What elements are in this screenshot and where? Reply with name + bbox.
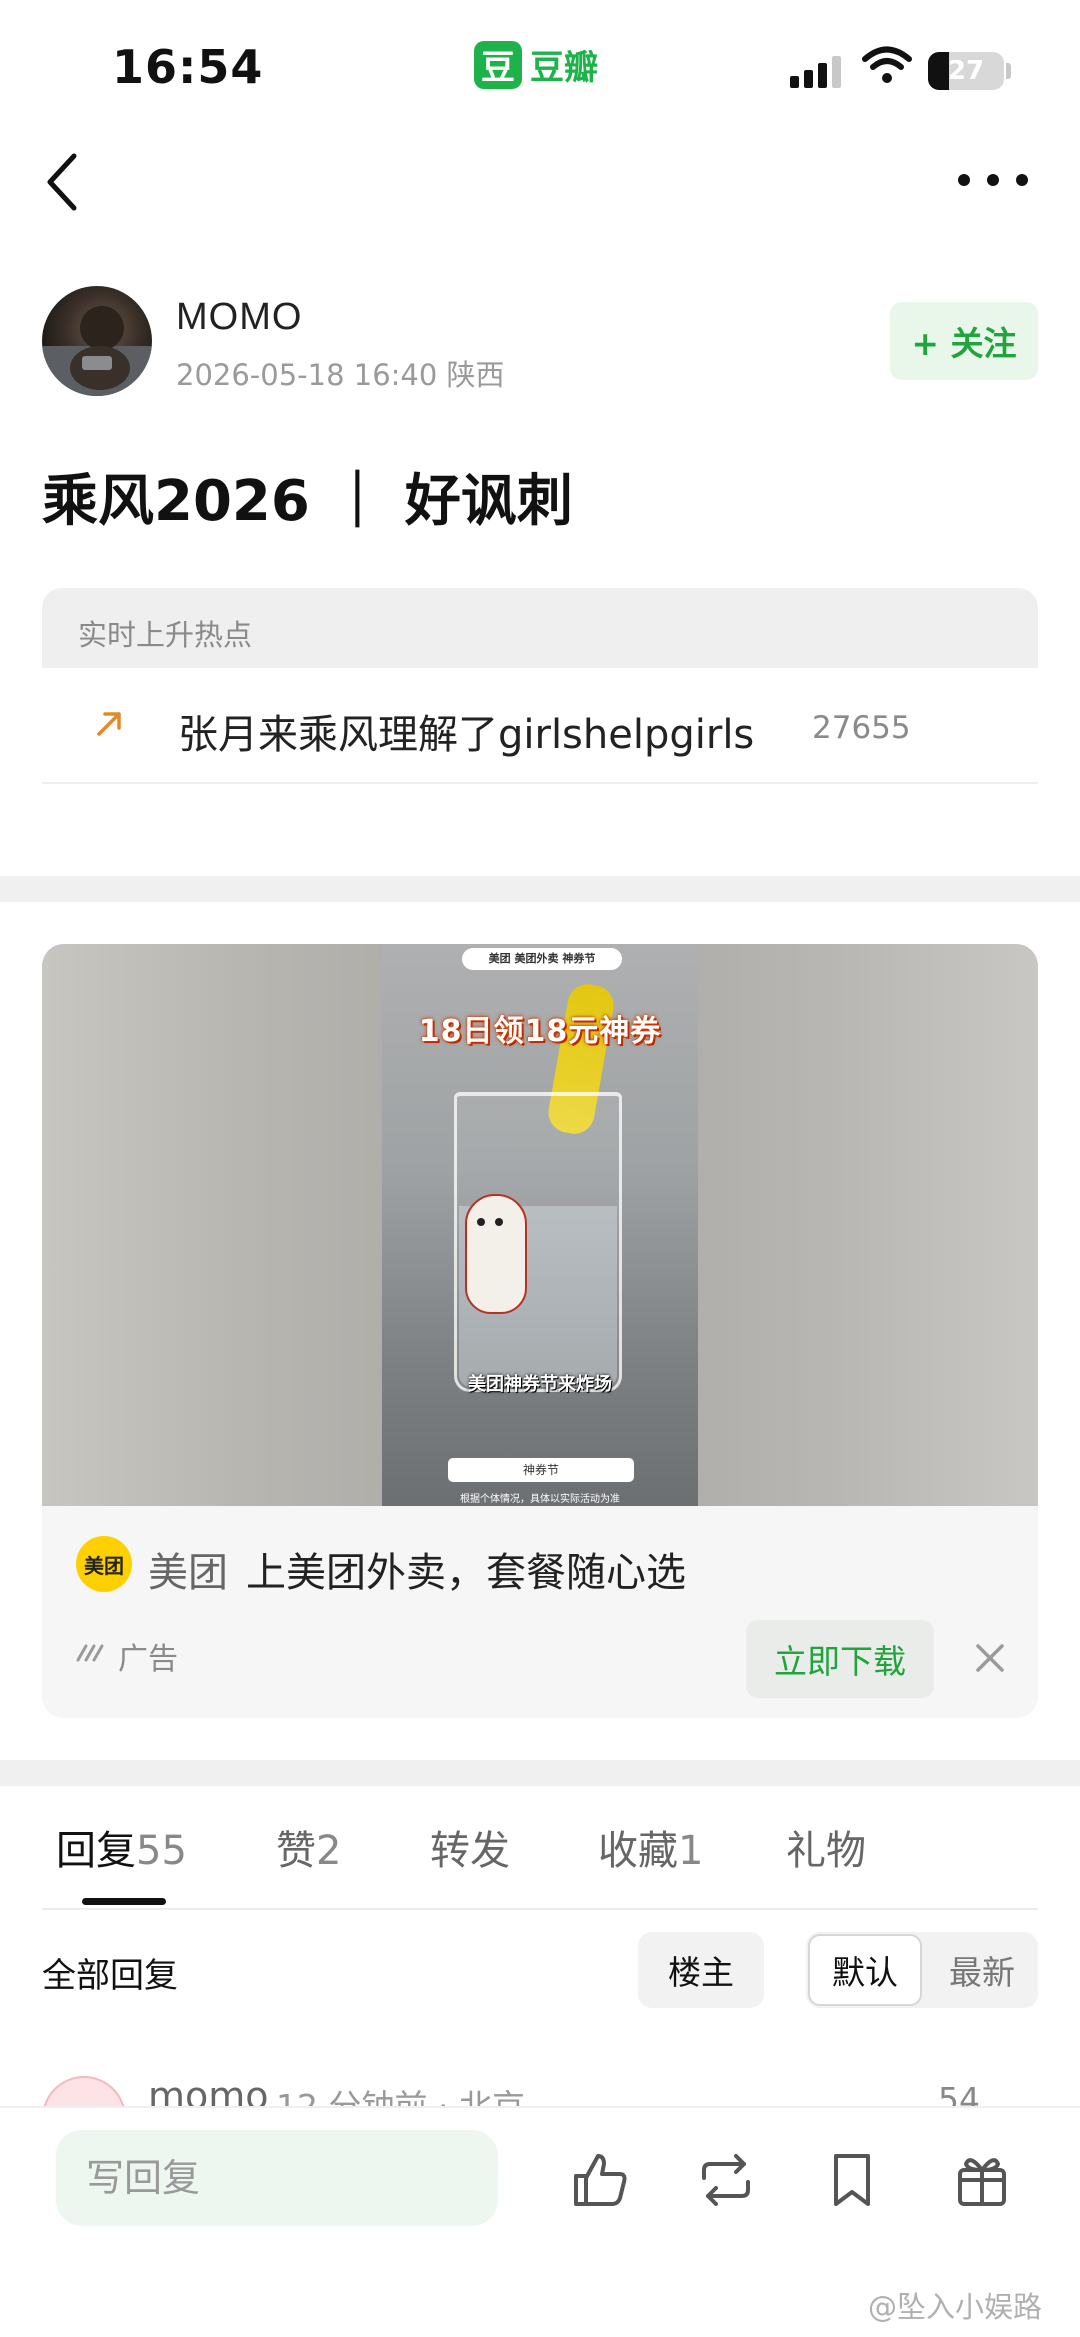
section-divider [0,876,1080,902]
ad-disclaimer: 根据个体情况，具体以实际活动为准 [460,1494,620,1505]
watermark: @坠入小娱路 [868,2290,1043,2324]
commenter-name[interactable]: momo [148,2074,269,2106]
author-avatar[interactable] [42,286,152,396]
hotspot-header: 实时上升热点 [42,588,1038,668]
hotspot-item[interactable]: 张月来乘风理解了girlshelpgirls 27655 [42,668,1038,784]
tab-gifts[interactable]: 礼物 [786,1818,866,1876]
more-icon [958,174,970,186]
cup-image [454,1092,622,1392]
app-badge: 豆 豆瓣 [474,40,598,89]
ad-brand-name: 美团 [148,1550,228,1596]
bottom-action-bar: 写回复 @坠入小娱路 [0,2106,1080,2337]
mascot-image [465,1194,527,1314]
ad-caption: 美团神券节来炸场 [468,1374,612,1395]
ad-video[interactable]: 美团 美团外卖 神券节 18日领18元神券 美团神券节来炸场 神券节 根据个体情… [382,944,698,1506]
battery-icon: 27 [928,52,1004,90]
sort-default-button[interactable]: 默认 [808,1934,922,2006]
wifi-icon [862,46,912,90]
gift-icon[interactable] [950,2148,1014,2212]
close-icon[interactable] [966,1634,1014,1682]
ad-slogan: 上美团外卖，套餐随心选 [246,1550,686,1596]
battery-level: 27 [947,56,985,86]
back-button[interactable] [36,148,88,216]
ad-mark-icon [76,1644,104,1662]
all-replies-label: 全部回复 [42,1956,178,1996]
hotspot-item-count: 27655 [812,710,911,746]
reply-input[interactable]: 写回复 [56,2130,498,2226]
tab-replies[interactable]: 回复55 [56,1818,187,1876]
comment-time: 12 分钟前 · 北京 [276,2080,525,2106]
bookmark-icon[interactable] [820,2148,884,2212]
ad-label: 广告 [118,1642,178,1677]
back-icon [47,153,77,211]
hotspot-item-text: 张月来乘风理解了girlshelpgirls [178,712,755,758]
ad-download-button[interactable]: 立即下载 [746,1620,934,1698]
comment-like-count: 54 [938,2080,980,2106]
author-name[interactable]: MOMO [176,296,302,339]
ad-headline: 18日领18元神券 [418,1014,662,1049]
post-title: 乘风2026 ｜ 好讽刺 [42,469,573,534]
sort-latest-button[interactable]: 最新 [928,1934,1036,2006]
ad-top-bar: 美团 美团外卖 神券节 [462,948,622,970]
app-name: 豆瓣 [530,48,598,88]
tab-bar: 回复55 赞2 转发 收藏1 礼物 [56,1818,1036,1888]
tab-active-indicator [82,1898,166,1905]
tab-reposts[interactable]: 转发 [430,1818,510,1876]
section-divider [0,1760,1080,1786]
hotspot-header-label: 实时上升热点 [78,618,253,652]
battery-tip [1006,63,1011,79]
commenter-avatar[interactable] [42,2076,126,2106]
ad-media[interactable]: 美团 美团外卖 神券节 18日领18元神券 美团神券节来炸场 神券节 根据个体情… [42,944,1038,1506]
hotspot-card: 实时上升热点 张月来乘风理解了girlshelpgirls 27655 [42,588,1038,786]
owner-filter-button[interactable]: 楼主 [638,1932,764,2008]
tab-collections[interactable]: 收藏1 [598,1818,703,1876]
like-icon[interactable] [568,2148,632,2212]
more-button[interactable] [958,160,1028,200]
tabs-divider [42,1908,1038,1910]
sort-toggle: 默认 最新 [806,1932,1038,2008]
trend-arrow-icon [97,712,121,736]
follow-button[interactable]: + 关注 [890,302,1038,380]
ad-search-bar: 神券节 [448,1458,634,1482]
comment-item[interactable]: momo 12 分钟前 · 北京 54 [0,2066,1080,2106]
douban-logo-icon: 豆 [474,40,522,89]
ad-card[interactable]: 美团 美团外卖 神券节 18日领18元神券 美团神券节来炸场 神券节 根据个体情… [42,944,1038,1718]
repost-icon[interactable] [694,2148,758,2212]
meituan-logo-icon: 美团 [76,1536,132,1592]
status-time: 16:54 [112,40,264,94]
tab-likes[interactable]: 赞2 [276,1818,341,1876]
post-meta: 2026-05-18 16:40 陕西 [176,358,505,392]
cellular-signal-icon [790,54,841,88]
